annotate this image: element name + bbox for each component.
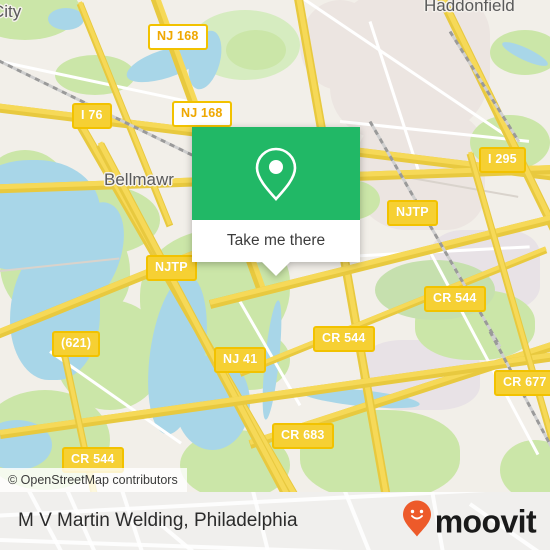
road-shield-cr544[interactable]: CR 544	[424, 286, 486, 312]
road-shield-cr677[interactable]: CR 677	[494, 370, 550, 396]
road-shield-nj41[interactable]: NJ 41	[214, 347, 267, 373]
road-shield-njtp[interactable]: NJTP	[146, 255, 197, 281]
location-popup-card[interactable]: Take me there	[192, 127, 360, 276]
moovit-wordmark: moovit	[434, 503, 537, 539]
popup-header	[192, 127, 360, 220]
landuse-park	[500, 440, 550, 492]
road-shield-cr683[interactable]: CR 683	[272, 423, 334, 449]
road-shield-621[interactable]: (621)	[52, 331, 101, 357]
bottom-info-bar: M V Martin Welding, Philadelphia moovit	[0, 492, 550, 550]
moovit-pin-smiley-icon	[402, 500, 432, 543]
place-title: M V Martin Welding, Philadelphia	[18, 510, 298, 531]
moovit-logo: moovit	[402, 500, 537, 543]
road-shield-njtp[interactable]: NJTP	[387, 200, 438, 226]
popup-action-label: Take me there	[226, 232, 326, 249]
osm-attribution[interactable]: © OpenStreetMap contributors	[0, 468, 187, 492]
place-label-bellmawr: Bellmawr	[104, 170, 174, 189]
road-shield-cr544[interactable]: CR 544	[313, 326, 375, 352]
popup-pointer-arrow	[262, 262, 290, 276]
place-label-haddonfield: Haddonfield	[424, 0, 515, 15]
map-screenshot: City Haddonfield Bellmawr NJ 168 NJ 168 …	[0, 0, 550, 550]
place-label-city: City	[0, 2, 22, 21]
road-shield-nj168[interactable]: NJ 168	[148, 24, 208, 50]
popup-action-button[interactable]: Take me there	[192, 220, 360, 262]
road-shield-i295[interactable]: I 295	[479, 147, 526, 173]
landuse-park	[226, 30, 286, 70]
road-shield-i76[interactable]: I 76	[72, 103, 112, 129]
map-pin-icon	[254, 146, 298, 202]
road-shield-nj168[interactable]: NJ 168	[172, 101, 232, 127]
